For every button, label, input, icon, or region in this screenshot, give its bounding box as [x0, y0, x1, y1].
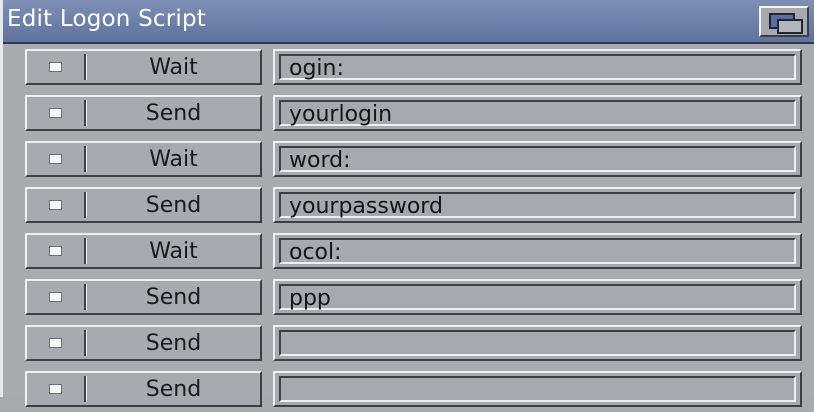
command-label: Wait	[149, 239, 198, 264]
cycle-icon	[49, 154, 62, 164]
script-text-field[interactable]: ocol:	[273, 233, 802, 269]
script-row: Wait ogin:	[3, 44, 814, 90]
command-cycle-button[interactable]: Wait	[25, 233, 262, 269]
logon-script-window: Edit Logon Script Wait ogin: Send yourlo…	[0, 0, 814, 407]
cycle-icon	[49, 200, 62, 210]
script-text-value: ppp	[289, 286, 331, 311]
script-text-field[interactable]: ogin:	[273, 49, 802, 85]
title-bar[interactable]: Edit Logon Script	[3, 0, 814, 44]
script-row: Send yourpassword	[3, 182, 814, 228]
cycle-icon	[49, 62, 62, 72]
command-cycle-button[interactable]: Send	[25, 187, 262, 223]
command-label: Send	[145, 331, 202, 356]
cycle-icon	[49, 246, 62, 256]
command-label: Send	[145, 285, 202, 310]
cycle-icon	[49, 384, 62, 394]
window-depth-icon-front	[777, 19, 803, 34]
script-text-value: yourpassword	[289, 194, 443, 219]
command-label: Wait	[149, 55, 198, 80]
script-text-field[interactable]	[273, 371, 802, 407]
command-cycle-button[interactable]: Send	[25, 325, 262, 361]
script-text-field[interactable]: word:	[273, 141, 802, 177]
cycle-icon	[49, 108, 62, 118]
script-text-value: yourlogin	[289, 102, 393, 127]
command-label: Send	[145, 101, 202, 126]
script-row: Send	[3, 320, 814, 366]
command-label: Send	[145, 377, 202, 402]
script-row: Send	[3, 366, 814, 412]
cycle-icon	[49, 292, 62, 302]
command-cycle-button[interactable]: Send	[25, 371, 262, 407]
command-cycle-button[interactable]: Send	[25, 95, 262, 131]
script-text-value: word:	[289, 148, 351, 173]
window-title: Edit Logon Script	[7, 6, 207, 32]
script-text-value: ogin:	[289, 56, 344, 81]
command-cycle-button[interactable]: Wait	[25, 49, 262, 85]
script-row: Send ppp	[3, 274, 814, 320]
script-text-field[interactable]: yourpassword	[273, 187, 802, 223]
command-cycle-button[interactable]: Wait	[25, 141, 262, 177]
window-depth-button[interactable]	[759, 6, 809, 37]
script-text-value: ocol:	[289, 240, 342, 265]
command-label: Wait	[149, 147, 198, 172]
cycle-icon	[49, 338, 62, 348]
script-row: Wait word:	[3, 136, 814, 182]
script-row: Wait ocol:	[3, 228, 814, 274]
script-text-field[interactable]: yourlogin	[273, 95, 802, 131]
script-text-field[interactable]: ppp	[273, 279, 802, 315]
command-label: Send	[145, 193, 202, 218]
script-text-field[interactable]	[273, 325, 802, 361]
command-cycle-button[interactable]: Send	[25, 279, 262, 315]
script-row: Send yourlogin	[3, 90, 814, 136]
